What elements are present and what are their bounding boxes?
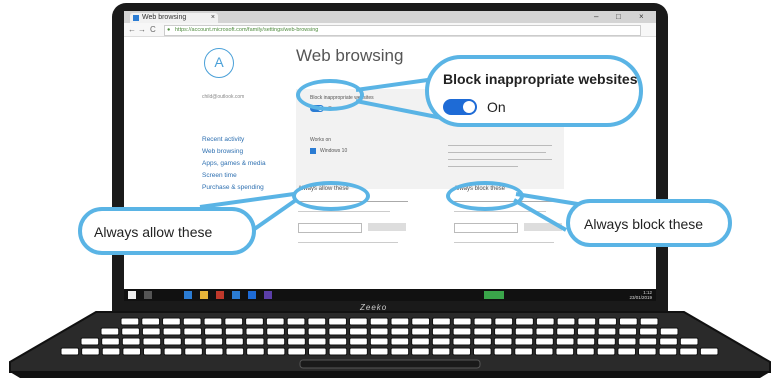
block-list-callout: Always block these — [566, 199, 732, 247]
block-list-callout-label: Always block these — [584, 216, 704, 232]
block-callout-toggle — [443, 99, 477, 115]
callout-connectors — [199, 76, 591, 248]
allow-callout: Always allow these — [78, 207, 256, 255]
allow-callout-label: Always allow these — [94, 224, 213, 240]
block-callout: Block inappropriate websites On — [425, 55, 643, 127]
block-callout-state: On — [487, 99, 506, 115]
block-callout-heading: Block inappropriate websites — [443, 71, 638, 87]
